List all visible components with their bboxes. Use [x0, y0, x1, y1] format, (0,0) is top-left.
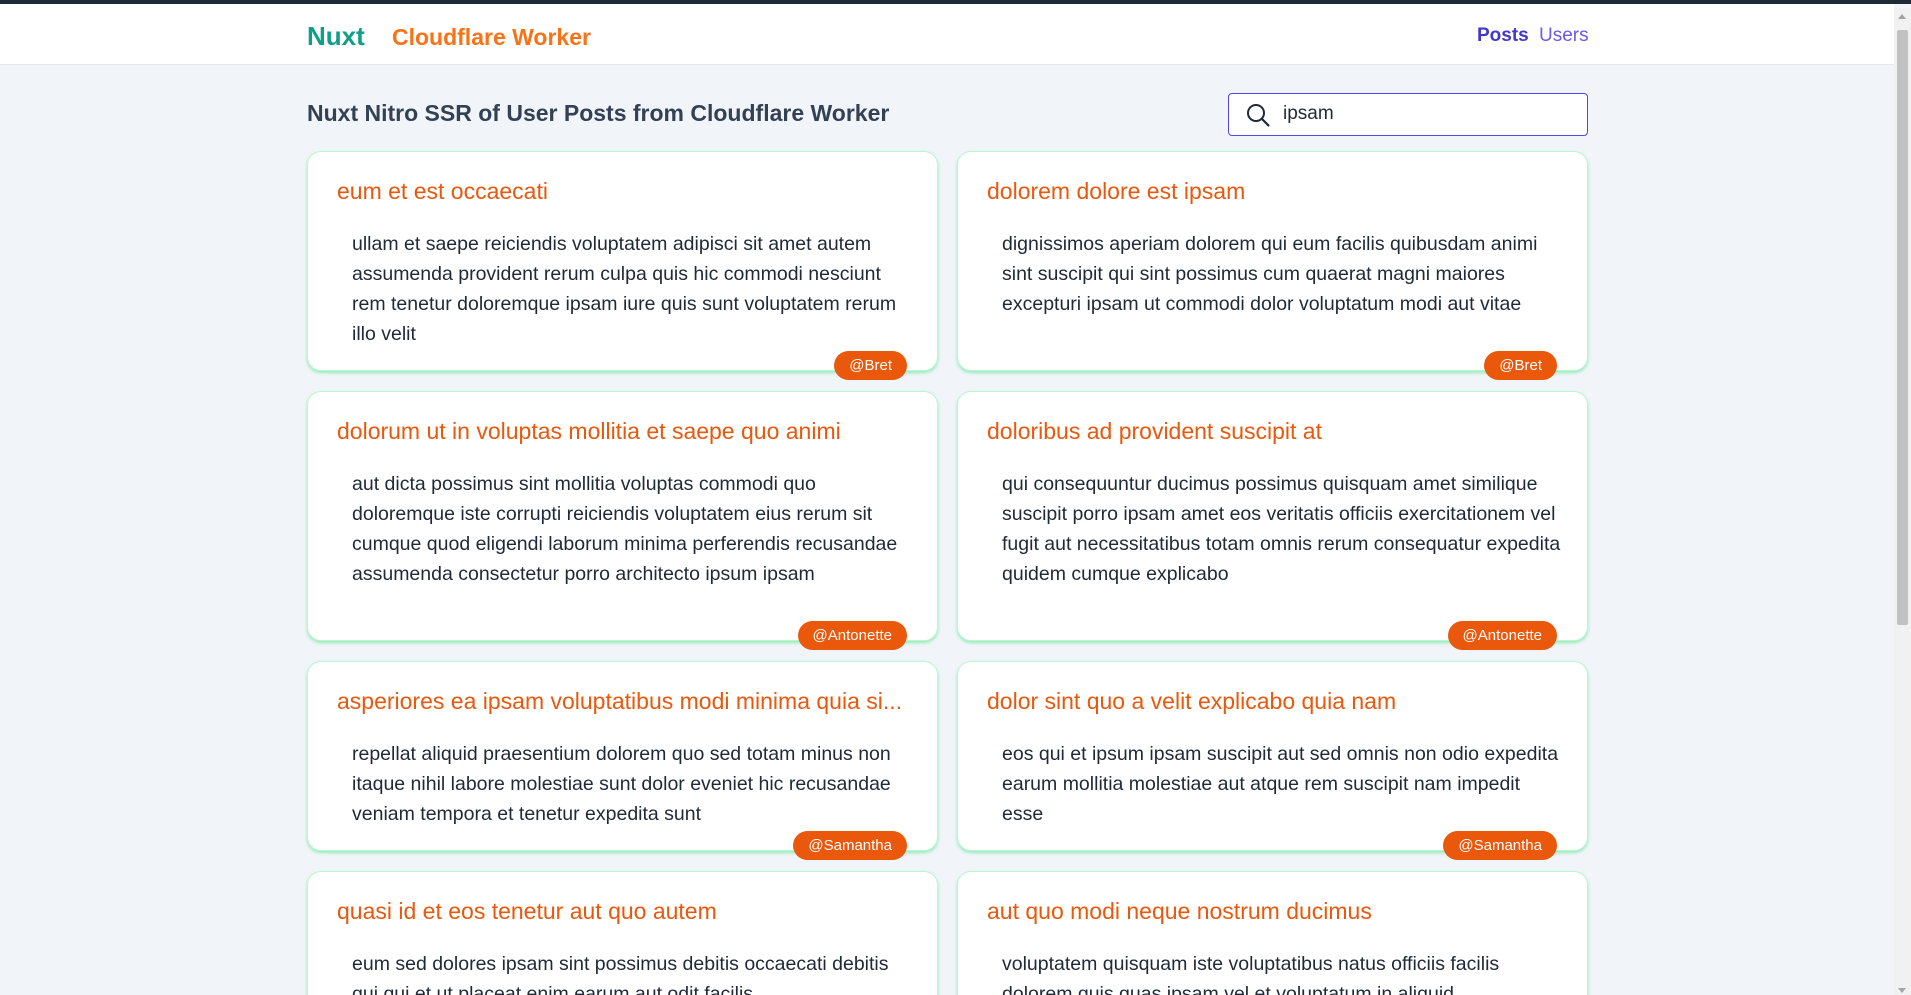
post-title[interactable]: doloribus ad provident suscipit at	[987, 418, 1557, 445]
page-title: Nuxt Nitro SSR of User Posts from Cloudf…	[307, 100, 890, 126]
search-input[interactable]	[1283, 99, 1573, 129]
page-scrollbar[interactable]	[1894, 8, 1911, 995]
top-navbar: Nuxt Cloudflare Worker Posts Users	[0, 4, 1894, 65]
post-card[interactable]: asperiores ea ipsam voluptatibus modi mi…	[307, 661, 938, 860]
post-title[interactable]: dolor sint quo a velit explicabo quia na…	[987, 688, 1557, 715]
search-icon	[1245, 102, 1271, 128]
nav-link-posts[interactable]: Posts	[1477, 25, 1529, 47]
post-card[interactable]: dolorum ut in voluptas mollitia et saepe…	[307, 391, 938, 650]
post-title[interactable]: quasi id et eos tenetur aut quo autem	[337, 898, 907, 925]
post-card[interactable]: aut quo modi neque nostrum ducimus volup…	[957, 871, 1588, 995]
user-badge[interactable]: @Samantha	[1443, 831, 1557, 860]
post-body: aut dicta possimus sint mollitia volupta…	[352, 473, 898, 585]
brand-subtitle: Cloudflare Worker	[392, 24, 591, 50]
post-title[interactable]: asperiores ea ipsam voluptatibus modi mi…	[337, 688, 907, 715]
post-card[interactable]: dolor sint quo a velit explicabo quia na…	[957, 661, 1588, 860]
post-body: eos qui et ipsum ipsam suscipit aut sed …	[1002, 743, 1559, 825]
post-card[interactable]: doloribus ad provident suscipit at qui c…	[957, 391, 1588, 650]
post-card[interactable]: dolorem dolore est ipsam dignissimos ape…	[957, 151, 1588, 380]
post-title[interactable]: dolorum ut in voluptas mollitia et saepe…	[337, 418, 907, 445]
post-body: dignissimos aperiam dolorem qui eum faci…	[1002, 233, 1538, 315]
post-title[interactable]: eum et est occaecati	[337, 178, 907, 205]
scrollbar-thumb[interactable]	[1897, 30, 1908, 625]
scroll-down-arrow-icon[interactable]	[1898, 988, 1906, 993]
post-body: eum sed dolores ipsam sint possimus debi…	[352, 953, 889, 995]
brand-logo-link[interactable]: Nuxt	[307, 21, 365, 52]
search-box[interactable]	[1228, 93, 1588, 136]
post-card[interactable]: eum et est occaecati ullam et saepe reic…	[307, 151, 938, 380]
user-badge[interactable]: @Samantha	[793, 831, 907, 860]
post-title[interactable]: aut quo modi neque nostrum ducimus	[987, 898, 1557, 925]
post-body: repellat aliquid praesentium dolorem quo…	[352, 743, 891, 825]
post-body: ullam et saepe reiciendis voluptatem adi…	[352, 233, 897, 345]
scroll-up-arrow-icon[interactable]	[1898, 14, 1906, 19]
post-body: voluptatem quisquam iste voluptatibus na…	[1002, 953, 1500, 995]
post-card[interactable]: quasi id et eos tenetur aut quo autem eu…	[307, 871, 938, 995]
nav-link-users[interactable]: Users	[1539, 25, 1589, 47]
user-badge[interactable]: @Antonette	[1447, 621, 1557, 650]
user-badge[interactable]: @Antonette	[797, 621, 907, 650]
user-badge[interactable]: @Bret	[1484, 351, 1557, 380]
post-title[interactable]: dolorem dolore est ipsam	[987, 178, 1557, 205]
post-body: qui consequuntur ducimus possimus quisqu…	[1002, 473, 1561, 585]
user-badge[interactable]: @Bret	[834, 351, 907, 380]
